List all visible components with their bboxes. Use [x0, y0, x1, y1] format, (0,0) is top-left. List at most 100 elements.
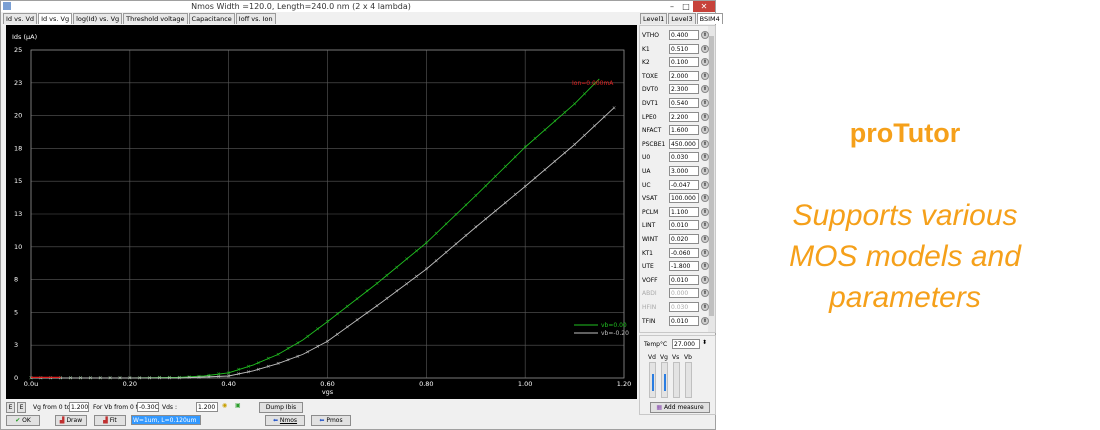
spinner-icon[interactable]: ⬍ [701, 44, 709, 53]
param-value-field[interactable]: 0.510 [669, 43, 699, 54]
param-value-field[interactable]: 2.000 [669, 70, 699, 81]
data-point: × [385, 296, 389, 302]
tab-id-vs-vg[interactable]: Id vs. Vg [38, 13, 73, 24]
param-row: KT1 -0.060 ⬍ [642, 247, 714, 260]
param-label: PCLM [642, 208, 659, 216]
spinner-icon[interactable]: ⬍ [701, 58, 709, 67]
vb-meter[interactable] [685, 362, 692, 398]
nmos-button[interactable]: ⬅ Nmos [265, 415, 305, 426]
spinner-icon[interactable]: ⬍ [701, 316, 709, 325]
vd-meter[interactable] [649, 362, 656, 398]
param-value-field[interactable]: 0.100 [669, 57, 699, 68]
vs-meter[interactable] [673, 362, 680, 398]
param-value-field[interactable]: 0.030 [669, 152, 699, 163]
data-point: × [335, 332, 339, 338]
temp-field[interactable]: 27.000 [672, 339, 700, 349]
spinner-icon[interactable]: ⬍ [701, 262, 709, 271]
refresh-icon[interactable]: ▣ [235, 402, 241, 409]
param-value-field[interactable]: 0.400 [669, 30, 699, 40]
vds-field[interactable]: 1.200 [196, 402, 218, 412]
param-row: TOXE 2.000 ⬍ [642, 70, 714, 83]
data-point: × [553, 119, 557, 125]
param-value-field[interactable]: 0.540 [669, 98, 699, 108]
vb-range-field[interactable]: -0.30C [137, 402, 159, 412]
data-point: × [424, 240, 428, 246]
spinner-icon[interactable]: ⬍ [701, 126, 709, 135]
vg-meter[interactable] [661, 362, 668, 398]
x-tick-label: 0.80 [419, 380, 433, 388]
param-value-field[interactable]: 0.010 [669, 315, 699, 326]
tab-threshold-voltage[interactable]: Threshold voltage [123, 13, 188, 24]
param-value-field[interactable]: -1.800 [669, 261, 699, 272]
pmos-button[interactable]: ⬅ Pmos [311, 415, 351, 426]
param-value-field[interactable]: -0.060 [669, 247, 699, 258]
param-value-field[interactable]: -0.047 [669, 179, 699, 190]
param-value-field[interactable]: 0.000 [669, 288, 699, 299]
spinner-icon[interactable]: ⬍ [701, 221, 709, 230]
param-value-field[interactable]: 1.100 [669, 206, 699, 217]
spinner-icon[interactable]: ⬍ [701, 167, 709, 175]
tab-capacitance[interactable]: Capacitance [188, 13, 235, 24]
data-point: × [266, 364, 270, 370]
add-measure-button[interactable]: ▦ Add measure [650, 402, 710, 413]
spinner-icon[interactable]: ⬍ [701, 235, 709, 243]
close-button[interactable]: ✕ [693, 1, 715, 12]
spinner-icon[interactable]: ⬍ [701, 85, 709, 94]
spinner-icon[interactable]: ⬍ [701, 289, 709, 298]
nmos-arrow-icon: ⬅ [272, 417, 278, 424]
data-point: × [227, 374, 231, 380]
y-tick-label: 20 [14, 112, 22, 120]
data-point: × [434, 258, 438, 264]
maximize-button[interactable]: □ [679, 1, 693, 12]
data-point: × [157, 376, 161, 382]
minimize-button[interactable]: – [665, 1, 679, 12]
param-value-field[interactable]: 100.000 [669, 193, 699, 204]
spinner-icon[interactable]: ⬍ [701, 153, 709, 162]
ok-button[interactable]: ✔ OK [6, 415, 40, 426]
spinner-icon[interactable]: ⬍ [701, 31, 709, 39]
param-value-field[interactable]: 0.030 [669, 302, 699, 312]
tab-level1[interactable]: Level1 [640, 13, 668, 24]
vds-knob-icon[interactable]: ◉ [222, 402, 227, 409]
param-value-field[interactable]: 2.300 [669, 84, 699, 95]
param-value-field[interactable]: 0.020 [669, 234, 699, 244]
data-point: × [503, 164, 507, 170]
e-button-2[interactable]: E [17, 402, 26, 413]
data-point: × [39, 376, 43, 382]
vg-range-field[interactable]: 1.200 [69, 402, 89, 412]
tab-ioff-vs-ion[interactable]: Ioff vs. Ion [235, 13, 276, 24]
spinner-icon[interactable]: ⬍ [701, 71, 709, 80]
e-button-1[interactable]: E [6, 402, 15, 413]
spinner-icon[interactable]: ⬍ [701, 275, 709, 284]
dump-ibis-button[interactable]: Dump Ibis [259, 402, 303, 413]
size-select[interactable]: W=1um, L=0.120um [131, 415, 201, 425]
tab-bsim4[interactable]: BSIM4 [696, 13, 723, 24]
param-row: WINT 0.020 ⬍ [642, 234, 714, 246]
spinner-icon[interactable]: ⬍ [701, 112, 709, 121]
fit-button[interactable]: ▟ Fit [94, 415, 126, 426]
spinner-icon[interactable]: ⬍ [701, 248, 709, 257]
param-value-field[interactable]: 2.200 [669, 111, 699, 122]
temp-spinner[interactable]: ⬍ [702, 339, 707, 346]
spinner-icon[interactable]: ⬍ [701, 194, 709, 203]
spinner-icon[interactable]: ⬍ [701, 207, 709, 216]
fit-label: Fit [109, 417, 117, 424]
draw-button[interactable]: ▟ Draw [55, 415, 87, 426]
param-value-field[interactable]: 3.000 [669, 166, 699, 176]
tab-level3[interactable]: Level3 [668, 13, 696, 24]
param-label: UA [642, 168, 651, 175]
spinner-icon[interactable]: ⬍ [701, 99, 709, 107]
pmos-arrow-icon: ⬅ [319, 417, 325, 424]
param-value-field[interactable]: 1.600 [669, 125, 699, 136]
tab-log-id-vs-vg[interactable]: log(Id) vs. Vg [73, 13, 123, 24]
parameter-panel: VTHO 0.400 ⬍ K1 0.510 ⬍ K2 0.100 ⬍ TOXE 2.000 ⬍ DVT0… [639, 25, 716, 333]
tab-id-vs-vd[interactable]: Id vs. Vd [3, 13, 38, 24]
data-point: × [78, 376, 82, 382]
spinner-icon[interactable]: ⬍ [701, 139, 709, 148]
param-value-field[interactable]: 0.010 [669, 274, 699, 285]
spinner-icon[interactable]: ⬍ [701, 180, 709, 189]
spinner-icon[interactable]: ⬍ [701, 303, 709, 311]
param-value-field[interactable]: 450.000 [669, 138, 699, 149]
param-value-field[interactable]: 0.010 [669, 220, 699, 231]
param-label: VTHO [642, 32, 660, 39]
